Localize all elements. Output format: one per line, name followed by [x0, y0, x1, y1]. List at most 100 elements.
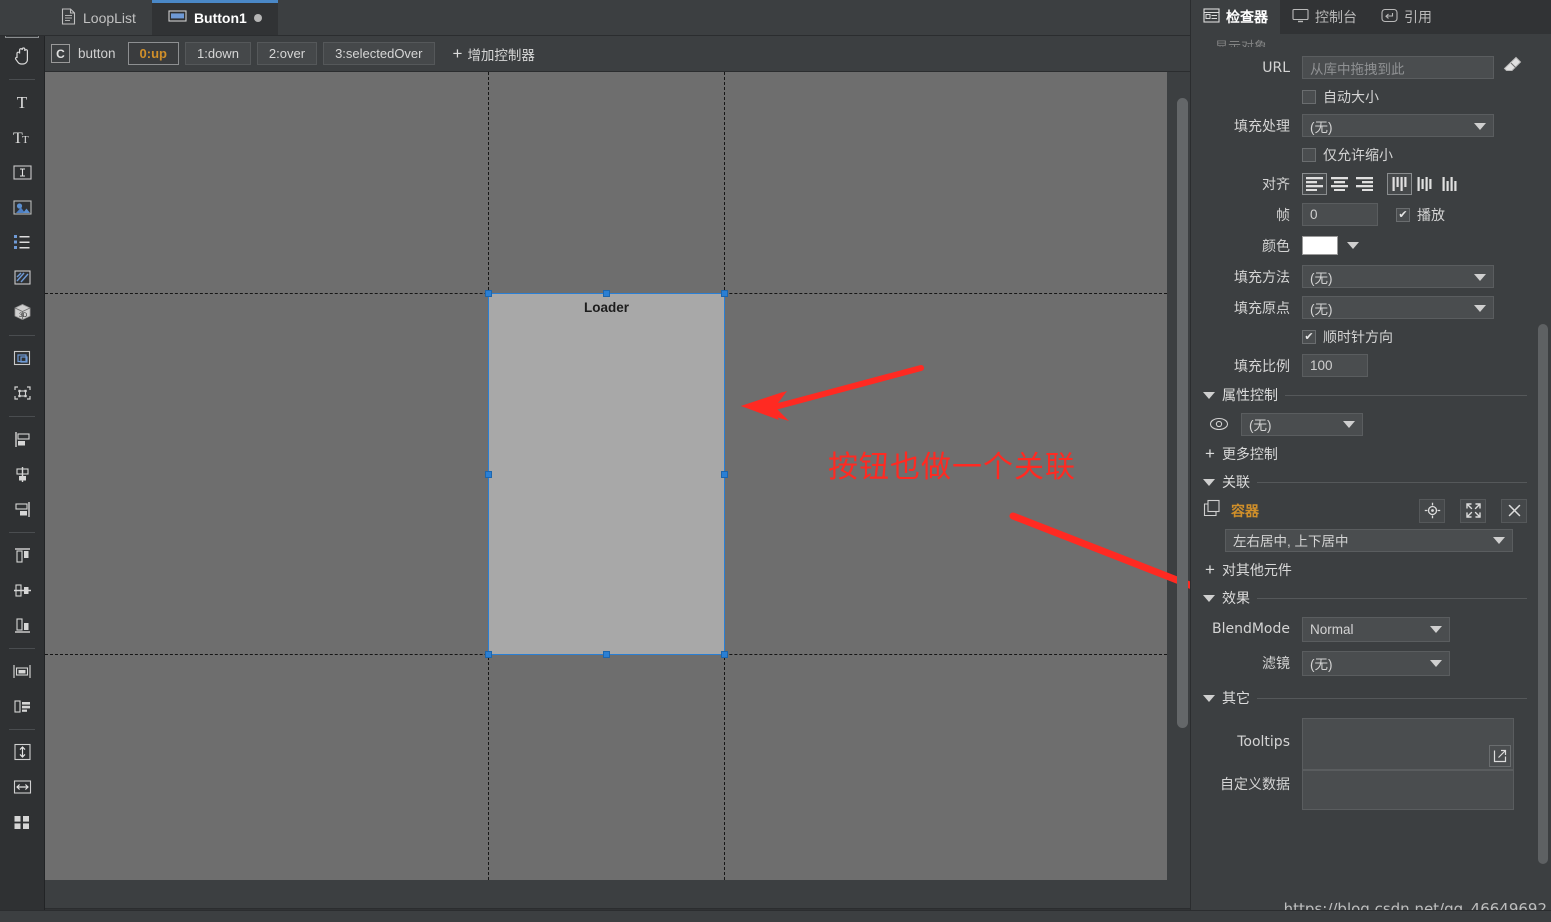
inspector-vertical-scrollbar-thumb[interactable] — [1538, 324, 1548, 864]
canvas-viewport[interactable]: Loader 按钮也做一个关联 — [45, 72, 1190, 908]
fill-amount-input[interactable]: 100 — [1302, 354, 1368, 377]
chevron-down-icon — [1474, 122, 1486, 130]
fill-origin-select[interactable]: (无) — [1302, 296, 1494, 319]
canvas-stage[interactable]: Loader 按钮也做一个关联 — [45, 72, 1190, 880]
shrink-only-checkbox[interactable] — [1302, 147, 1316, 162]
loader-element[interactable]: Loader — [488, 293, 725, 655]
align-right-tool[interactable] — [5, 492, 39, 526]
state-chip-over[interactable]: 2:over — [256, 42, 318, 65]
state-chip-down[interactable]: 1:down — [185, 42, 251, 65]
filter-value: (无) — [1310, 657, 1333, 672]
play-checkbox[interactable]: ✔ — [1396, 207, 1410, 222]
controller-name[interactable]: button — [78, 46, 116, 61]
tab-reference[interactable]: 引用 — [1369, 0, 1444, 34]
other-section-header[interactable]: 其它 — [1191, 684, 1551, 712]
locate-target-button[interactable] — [1419, 498, 1445, 523]
state-chip-selected-over[interactable]: 3:selectedOver — [323, 42, 435, 65]
resize-handle-bottom-left[interactable] — [485, 651, 492, 658]
custom-data-input[interactable] — [1302, 770, 1514, 810]
remove-relation-button[interactable] — [1501, 498, 1527, 523]
loader-tool[interactable] — [5, 260, 39, 294]
align-center-horizontal-tool[interactable] — [5, 457, 39, 491]
effect-section-header[interactable]: 效果 — [1191, 584, 1551, 612]
collapse-triangle-icon[interactable] — [1203, 594, 1215, 602]
inspector-vertical-scrollbar[interactable] — [1538, 74, 1548, 902]
clockwise-checkbox[interactable]: ✔ — [1302, 329, 1316, 344]
add-other-element-button[interactable]: + 对其他元件 — [1191, 555, 1551, 584]
list-tool[interactable] — [5, 225, 39, 259]
distribute-vertical-tool[interactable] — [5, 689, 39, 723]
hand-tool[interactable] — [5, 39, 39, 73]
match-width-tool[interactable] — [5, 770, 39, 804]
canvas-vertical-scrollbar-thumb[interactable] — [1177, 98, 1188, 728]
url-input[interactable]: 从库中拖拽到此 — [1302, 56, 1494, 79]
resize-handle-bottom-right[interactable] — [721, 651, 728, 658]
custom-data-row: 自定义数据 — [1191, 770, 1551, 810]
document-tab-looplist[interactable]: LoopList — [45, 0, 152, 35]
add-other-element-label: 对其他元件 — [1221, 562, 1292, 579]
tooltips-input[interactable] — [1302, 718, 1514, 770]
eraser-icon[interactable] — [1502, 55, 1524, 80]
fill-handling-select[interactable]: (无) — [1302, 114, 1494, 137]
resize-handle-middle-left[interactable] — [485, 471, 492, 478]
resize-handle-top-right[interactable] — [721, 290, 728, 297]
section-divider — [1285, 394, 1527, 396]
edit-tooltip-icon[interactable] — [1489, 745, 1511, 767]
state-chip-up[interactable]: 0:up — [127, 42, 179, 65]
align-bottom-tool[interactable] — [5, 608, 39, 642]
blend-mode-select[interactable]: Normal — [1302, 616, 1450, 642]
align-right-button[interactable] — [1352, 173, 1377, 195]
auto-size-checkbox[interactable] — [1302, 89, 1316, 104]
group-tool[interactable] — [5, 341, 39, 375]
align-top-button[interactable] — [1387, 172, 1412, 195]
relation-target-name[interactable]: 容器 — [1231, 501, 1259, 521]
filter-select[interactable]: (无) — [1302, 650, 1450, 676]
align-bottom-button[interactable] — [1437, 173, 1462, 195]
resize-handle-top-center[interactable] — [603, 290, 610, 297]
color-chevron-down-icon[interactable] — [1347, 242, 1359, 249]
bottom-status-strip — [0, 910, 1551, 922]
relation-section-header[interactable]: 关联 — [1191, 468, 1551, 496]
text-tool[interactable]: T — [5, 85, 39, 119]
tab-inspector[interactable]: 检查器 — [1191, 0, 1280, 34]
clockwise-label: 顺时针方向 — [1323, 329, 1393, 346]
component-tool[interactable] — [5, 376, 39, 410]
canvas-vertical-scrollbar[interactable] — [1177, 72, 1188, 908]
relation-mode-select[interactable]: 左右居中, 上下居中 — [1225, 528, 1513, 552]
resize-handle-bottom-center[interactable] — [603, 651, 610, 658]
collapse-triangle-icon[interactable] — [1203, 478, 1215, 486]
align-left-button[interactable] — [1302, 172, 1327, 195]
loader3d-tool[interactable]: 3D — [5, 295, 39, 329]
align-center-button[interactable] — [1327, 173, 1352, 195]
collapse-triangle-icon[interactable] — [1203, 694, 1215, 702]
align-middle-button[interactable] — [1412, 173, 1437, 195]
rich-text-tool[interactable]: TT — [5, 120, 39, 154]
more-control-button[interactable]: + 更多控制 — [1191, 439, 1551, 468]
align-middle-vertical-tool[interactable] — [5, 573, 39, 607]
color-swatch[interactable] — [1302, 236, 1338, 255]
resize-handle-middle-right[interactable] — [721, 471, 728, 478]
component-icon — [168, 9, 187, 26]
align-top-tool[interactable] — [5, 538, 39, 572]
fill-handling-value: (无) — [1310, 119, 1333, 135]
resize-handle-top-left[interactable] — [485, 290, 492, 297]
filter-row: 滤镜 (无) — [1191, 646, 1551, 680]
property-control-section-header[interactable]: 属性控制 — [1191, 381, 1551, 409]
fill-method-row: 填充方法 (无) — [1191, 261, 1551, 292]
tab-console[interactable]: 控制台 — [1280, 0, 1369, 34]
grid-tool[interactable] — [5, 805, 39, 839]
fullscreen-button[interactable] — [1460, 498, 1486, 523]
annotation-arrow-upper — [741, 365, 924, 421]
distribute-horizontal-tool[interactable] — [5, 654, 39, 688]
align-left-tool[interactable] — [5, 422, 39, 456]
collapse-triangle-icon[interactable] — [1203, 391, 1215, 399]
document-tab-button1[interactable]: Button1 — [151, 0, 278, 35]
match-height-tool[interactable] — [5, 735, 39, 769]
fill-method-select[interactable]: (无) — [1302, 265, 1494, 288]
image-tool[interactable] — [5, 190, 39, 224]
visibility-control-select[interactable]: (无) — [1241, 412, 1363, 436]
input-text-tool[interactable] — [5, 155, 39, 189]
add-controller-button[interactable]: + 增加控制器 — [453, 44, 535, 64]
blend-mode-label: BlendMode — [1211, 621, 1290, 637]
frame-input[interactable]: 0 — [1302, 203, 1378, 226]
